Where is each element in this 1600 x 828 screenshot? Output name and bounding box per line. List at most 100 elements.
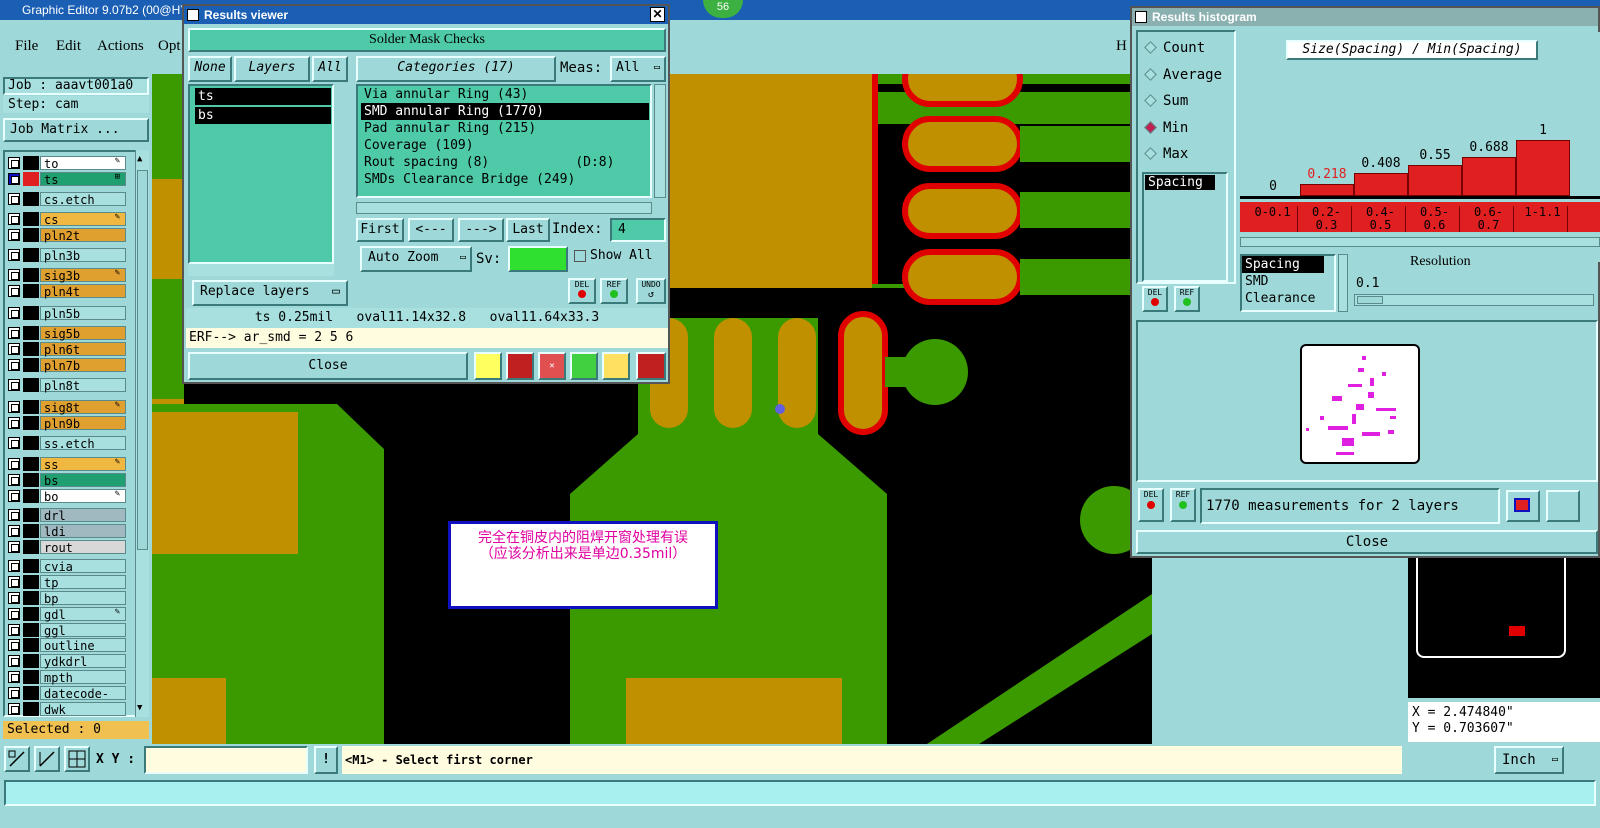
- none-button[interactable]: None: [188, 56, 232, 82]
- layer-name[interactable]: outline: [40, 638, 126, 653]
- layer-color-swatch[interactable]: [23, 212, 39, 226]
- layer-checkbox[interactable]: [8, 624, 20, 636]
- layer-color-swatch[interactable]: [23, 228, 39, 242]
- layer-name[interactable]: bo: [40, 489, 126, 504]
- layer-name[interactable]: sig8t: [40, 400, 126, 415]
- layer-name[interactable]: sig3b: [40, 268, 126, 283]
- layer-checkbox[interactable]: [8, 193, 20, 205]
- menu-file[interactable]: File: [15, 38, 38, 55]
- layer-checkbox[interactable]: [8, 671, 20, 683]
- preview-del-button[interactable]: DEL: [1138, 488, 1164, 522]
- layer-row-cs-etch[interactable]: cs.etch: [6, 192, 126, 207]
- scroll-thumb[interactable]: [137, 170, 148, 550]
- layer-checkbox[interactable]: [8, 687, 20, 699]
- radio-selected-icon[interactable]: [1144, 120, 1157, 134]
- layer-color-swatch[interactable]: [23, 559, 39, 573]
- layer-color-swatch[interactable]: [23, 436, 39, 450]
- layer-color-swatch[interactable]: [23, 192, 39, 206]
- filter-item[interactable]: SMD: [1242, 273, 1334, 290]
- layer-name[interactable]: drl: [40, 508, 126, 523]
- layer-color-swatch[interactable]: [23, 358, 39, 372]
- undo-button[interactable]: UNDO ↺: [636, 278, 666, 304]
- layer-name[interactable]: ldi: [40, 524, 126, 539]
- layer-name[interactable]: cvia: [40, 559, 126, 574]
- layer-row-sig3b[interactable]: sig3b ✎: [6, 268, 126, 283]
- layer-name[interactable]: rout: [40, 540, 126, 555]
- layer-checkbox[interactable]: [8, 401, 20, 413]
- layer-row-rout[interactable]: rout: [6, 540, 126, 555]
- histogram-bar[interactable]: [1462, 157, 1516, 196]
- layer-name[interactable]: ss: [40, 457, 126, 472]
- meas-dropdown[interactable]: All ▭: [610, 56, 666, 82]
- layer-color-swatch[interactable]: [23, 342, 39, 356]
- category-list-hscroll[interactable]: [356, 202, 652, 214]
- scroll-up-icon[interactable]: ▲: [137, 154, 142, 164]
- layer-checkbox[interactable]: [8, 474, 20, 486]
- layer-checkbox[interactable]: [8, 639, 20, 651]
- info-icon[interactable]: !: [314, 746, 338, 774]
- layer-name[interactable]: to: [40, 156, 126, 171]
- layer-checkbox[interactable]: [8, 343, 20, 355]
- mode-option-average[interactable]: Average: [1144, 67, 1222, 83]
- show-all-checkbox[interactable]: [574, 250, 586, 262]
- grid-icon[interactable]: [64, 746, 90, 772]
- menu-options[interactable]: Opt: [158, 38, 181, 55]
- menu-actions[interactable]: Actions: [97, 38, 144, 55]
- report-icon[interactable]: [1546, 490, 1580, 522]
- layer-checkbox[interactable]: [8, 541, 20, 553]
- resolution-slider-thumb[interactable]: [1357, 296, 1383, 304]
- histogram-title-bar[interactable]: Results histogram: [1132, 8, 1598, 26]
- histogram-close-button[interactable]: Close: [1136, 530, 1598, 554]
- units-dropdown[interactable]: Inch ▭: [1494, 746, 1564, 774]
- layer-checkbox[interactable]: [8, 229, 20, 241]
- spacing-item[interactable]: Spacing: [1145, 175, 1215, 190]
- job-matrix-button[interactable]: Job Matrix ...: [3, 118, 149, 142]
- layer-name[interactable]: ts: [40, 172, 126, 187]
- layer-row-drl[interactable]: drl: [6, 508, 126, 523]
- filter-item[interactable]: Spacing: [1242, 256, 1324, 273]
- layer-name[interactable]: sig5b: [40, 326, 126, 341]
- layer-name[interactable]: pln2t: [40, 228, 126, 243]
- chart-hscroll[interactable]: [1240, 237, 1600, 247]
- layer-name[interactable]: ydkdrl: [40, 654, 126, 669]
- category-item[interactable]: Via annular Ring (43): [361, 86, 650, 103]
- radio-icon[interactable]: [1144, 41, 1157, 54]
- layer-color-swatch[interactable]: [23, 607, 39, 621]
- layer-row-mpth[interactable]: mpth: [6, 670, 126, 685]
- layer-row-bp[interactable]: bp: [6, 591, 126, 606]
- last-button[interactable]: Last: [506, 218, 550, 242]
- layer-checkbox[interactable]: [8, 608, 20, 620]
- layer-color-swatch[interactable]: [23, 172, 39, 186]
- toolbar-icon-3[interactable]: ✕: [538, 352, 566, 380]
- layer-checkbox[interactable]: [8, 249, 20, 261]
- layer-row-pln8t[interactable]: pln8t: [6, 378, 126, 393]
- hist-ref-button[interactable]: REF: [1174, 286, 1200, 312]
- layer-name[interactable]: mpth: [40, 670, 126, 685]
- layer-list-hscroll[interactable]: [188, 264, 334, 276]
- prev-button[interactable]: <---: [408, 218, 454, 242]
- layer-color-swatch[interactable]: [23, 457, 39, 471]
- result-layer-item[interactable]: ts: [195, 88, 331, 105]
- layer-checkbox[interactable]: [8, 327, 20, 339]
- layers-button[interactable]: Layers: [234, 56, 310, 82]
- layer-row-pln7b[interactable]: pln7b: [6, 358, 126, 373]
- layer-color-swatch[interactable]: [23, 638, 39, 652]
- layer-color-swatch[interactable]: [23, 306, 39, 320]
- layer-row-gdl[interactable]: gdl ✎: [6, 607, 126, 622]
- preview-map[interactable]: [1300, 344, 1420, 464]
- layer-list-scrollbar[interactable]: ▲ ▼: [135, 150, 149, 717]
- toolbar-icon-1[interactable]: [474, 352, 502, 380]
- toolbar-icon-5[interactable]: [602, 352, 630, 380]
- toolbar-icon-2[interactable]: [506, 352, 534, 380]
- layer-row-cvia[interactable]: cvia: [6, 559, 126, 574]
- layer-checkbox[interactable]: [8, 359, 20, 371]
- layer-row-ss-etch[interactable]: ss.etch: [6, 436, 126, 451]
- category-list-scrollbar[interactable]: [654, 84, 666, 198]
- menu-help[interactable]: H: [1116, 38, 1127, 55]
- layer-result-list[interactable]: ts bs: [188, 84, 334, 264]
- layer-name[interactable]: gdl: [40, 607, 126, 622]
- layer-name[interactable]: ss.etch: [40, 436, 126, 451]
- layer-checkbox[interactable]: [8, 173, 20, 185]
- layer-checkbox[interactable]: [8, 307, 20, 319]
- layer-checkbox[interactable]: [8, 285, 20, 297]
